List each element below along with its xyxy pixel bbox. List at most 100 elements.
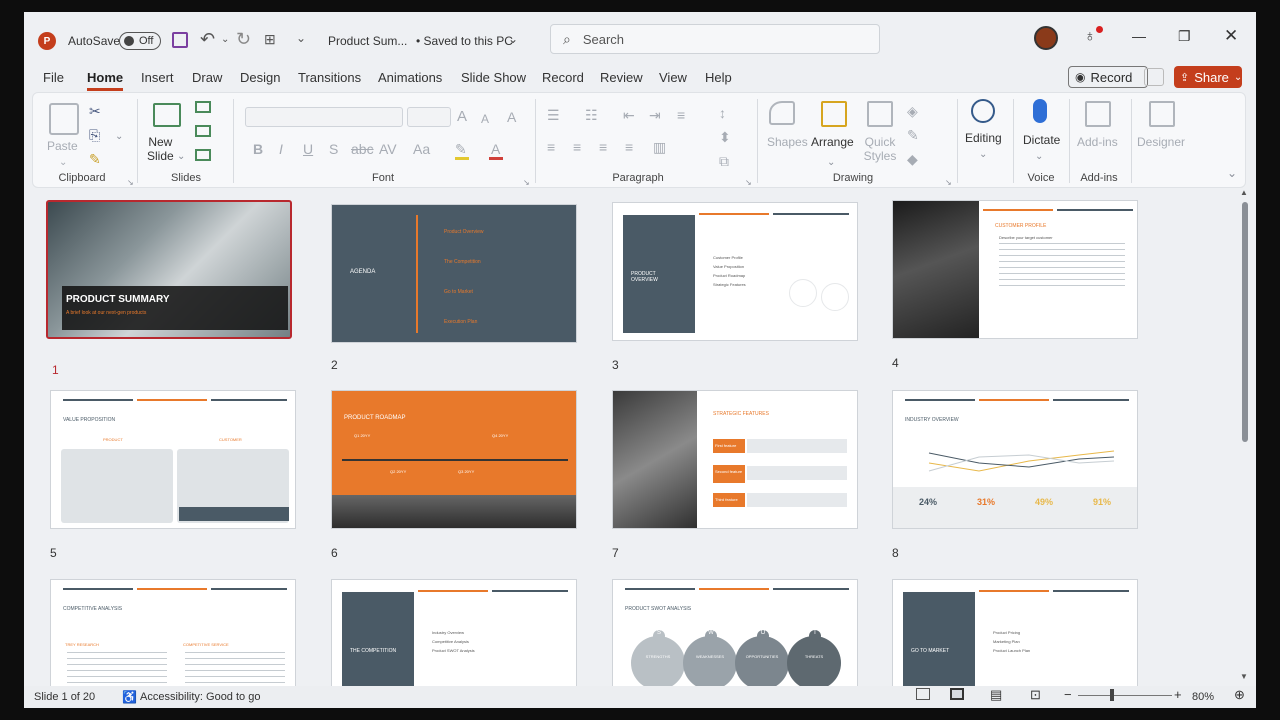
- save-icon[interactable]: [172, 32, 188, 48]
- tab-file[interactable]: File: [43, 70, 64, 85]
- tab-help[interactable]: Help: [705, 70, 732, 85]
- tab-view[interactable]: View: [659, 70, 687, 85]
- zoom-slider[interactable]: [1078, 695, 1172, 696]
- text-direction-icon[interactable]: ↕: [719, 105, 726, 121]
- bullets-icon[interactable]: ☰: [547, 107, 560, 123]
- collapse-ribbon-icon[interactable]: ⌄: [1227, 165, 1237, 181]
- slide-thumbnail-2[interactable]: AGENDA Product Overview The Competition …: [331, 204, 577, 343]
- quick-styles-icon[interactable]: [867, 101, 893, 127]
- slide-thumbnail-4[interactable]: CUSTOMER PROFILE Describe your target cu…: [892, 200, 1138, 339]
- undo-dropdown-icon[interactable]: ⌄: [221, 34, 229, 45]
- dialog-launcher-icon[interactable]: ↘: [945, 175, 952, 191]
- reset-icon[interactable]: [195, 125, 211, 137]
- add-ins-label[interactable]: Add-ins: [1077, 135, 1118, 149]
- quick-styles-label[interactable]: Quick Styles: [859, 135, 901, 163]
- chevron-down-icon[interactable]: ⌄: [177, 149, 185, 165]
- save-status[interactable]: • Saved to this PC: [416, 34, 513, 48]
- search-box[interactable]: ⌕ Search: [550, 24, 880, 54]
- copy-icon[interactable]: ⎘: [89, 127, 100, 143]
- change-case-icon[interactable]: Aa: [413, 141, 430, 157]
- format-painter-icon[interactable]: ✎: [89, 151, 101, 167]
- tab-review[interactable]: Review: [600, 70, 643, 85]
- bold-icon[interactable]: B: [253, 141, 263, 157]
- slide-thumbnail-5[interactable]: VALUE PROPOSITION PRODUCT CUSTOMER: [50, 390, 296, 529]
- numbering-icon[interactable]: ☷: [585, 107, 598, 123]
- zoom-slider-thumb[interactable]: [1110, 689, 1114, 701]
- share-button[interactable]: ⇪ Share ⌄: [1174, 66, 1242, 88]
- designer-icon[interactable]: [1149, 101, 1175, 127]
- chevron-down-icon[interactable]: ⌄: [979, 147, 987, 163]
- customize-toolbar-icon[interactable]: ⌄: [296, 31, 306, 45]
- lightbulb-icon[interactable]: ♁: [1084, 28, 1096, 46]
- clear-formatting-icon[interactable]: A: [507, 109, 516, 125]
- tab-design[interactable]: Design: [240, 70, 280, 85]
- chevron-down-icon[interactable]: ⌄: [59, 155, 67, 171]
- reading-view-icon[interactable]: ▤: [990, 687, 1002, 703]
- chevron-down-icon[interactable]: ⌄: [1035, 149, 1043, 165]
- avatar[interactable]: [1034, 26, 1058, 50]
- dialog-launcher-icon[interactable]: ↘: [523, 175, 530, 191]
- dialog-launcher-icon[interactable]: ↘: [745, 175, 752, 191]
- tab-transitions[interactable]: Transitions: [298, 70, 361, 85]
- slide-thumbnail-3[interactable]: PRODUCT OVERVIEW Customer Profile Value …: [612, 202, 858, 341]
- line-spacing-icon[interactable]: ≡: [677, 107, 685, 123]
- shadow-icon[interactable]: S: [329, 141, 338, 157]
- zoom-in-icon[interactable]: +: [1174, 687, 1182, 702]
- find-icon[interactable]: [971, 99, 995, 123]
- decrease-indent-icon[interactable]: ⇤: [623, 107, 635, 123]
- new-slide-label[interactable]: New Slide: [147, 135, 174, 163]
- shape-outline-icon[interactable]: ✎: [907, 127, 919, 143]
- slide-thumbnail-1[interactable]: PRODUCT SUMMARY A brief look at our next…: [46, 200, 292, 339]
- file-name[interactable]: Product Sum...: [328, 34, 407, 48]
- normal-view-icon[interactable]: [916, 688, 930, 700]
- scroll-thumb[interactable]: [1242, 202, 1248, 442]
- align-text-icon[interactable]: ⬍: [719, 129, 731, 145]
- align-left-icon[interactable]: ≡: [547, 139, 555, 155]
- character-spacing-icon[interactable]: AV: [379, 141, 397, 157]
- accessibility-status[interactable]: Accessibility: Good to go: [140, 691, 260, 703]
- tab-slide-show[interactable]: Slide Show: [461, 70, 526, 85]
- close-icon[interactable]: ✕: [1224, 26, 1238, 46]
- align-right-icon[interactable]: ≡: [599, 139, 607, 155]
- microphone-icon[interactable]: [1033, 99, 1047, 123]
- paste-icon[interactable]: [49, 103, 79, 135]
- tab-home[interactable]: Home: [87, 70, 123, 85]
- shape-fill-icon[interactable]: ◈: [907, 103, 918, 119]
- underline-icon[interactable]: U: [303, 141, 313, 157]
- chevron-down-icon[interactable]: ⌄: [508, 32, 518, 46]
- strikethrough-icon[interactable]: abc: [351, 141, 374, 157]
- fit-to-window-icon[interactable]: ⊕: [1234, 687, 1245, 703]
- layout-icon[interactable]: [195, 101, 211, 113]
- font-color-icon[interactable]: A: [491, 141, 500, 157]
- vertical-scrollbar[interactable]: ▲ ▼: [1240, 188, 1250, 684]
- increase-indent-icon[interactable]: ⇥: [649, 107, 661, 123]
- scroll-down-icon[interactable]: ▼: [1240, 672, 1248, 681]
- columns-icon[interactable]: ▥: [653, 139, 666, 155]
- undo-icon[interactable]: ↶: [200, 29, 215, 50]
- font-size-dropdown[interactable]: [407, 107, 451, 127]
- tab-draw[interactable]: Draw: [192, 70, 222, 85]
- justify-icon[interactable]: ≡: [625, 139, 633, 155]
- arrange-label[interactable]: Arrange: [811, 135, 854, 149]
- redo-icon[interactable]: ↻: [236, 29, 251, 50]
- slide-thumbnail-8[interactable]: INDUSTRY OVERVIEW 24% 31% 49% 91%: [892, 390, 1138, 529]
- chevron-down-icon[interactable]: ⌄: [115, 129, 123, 145]
- align-center-icon[interactable]: ≡: [573, 139, 581, 155]
- restore-icon[interactable]: ❐: [1178, 28, 1191, 45]
- designer-label[interactable]: Designer: [1137, 135, 1185, 149]
- slide-thumbnail-6[interactable]: PRODUCT ROADMAP Q1 20YY Q2 20YY Q3 20YY …: [331, 390, 577, 529]
- cut-icon[interactable]: ✂: [89, 103, 101, 119]
- arrange-icon[interactable]: [821, 101, 847, 127]
- new-slide-icon[interactable]: [153, 103, 181, 127]
- dictate-label[interactable]: Dictate: [1023, 133, 1060, 147]
- smartart-icon[interactable]: ⧉: [719, 153, 729, 169]
- autosave-toggle[interactable]: Off: [119, 32, 161, 50]
- tab-animations[interactable]: Animations: [378, 70, 442, 85]
- add-ins-icon[interactable]: [1085, 101, 1111, 127]
- tab-record[interactable]: Record: [542, 70, 584, 85]
- font-name-dropdown[interactable]: [245, 107, 403, 127]
- decrease-font-icon[interactable]: A: [481, 111, 489, 127]
- slide-thumbnail-7[interactable]: STRATEGIC FEATURES First feature Second …: [612, 390, 858, 529]
- present-from-start-icon[interactable]: ⊞: [264, 31, 276, 48]
- shapes-label[interactable]: Shapes: [767, 135, 808, 149]
